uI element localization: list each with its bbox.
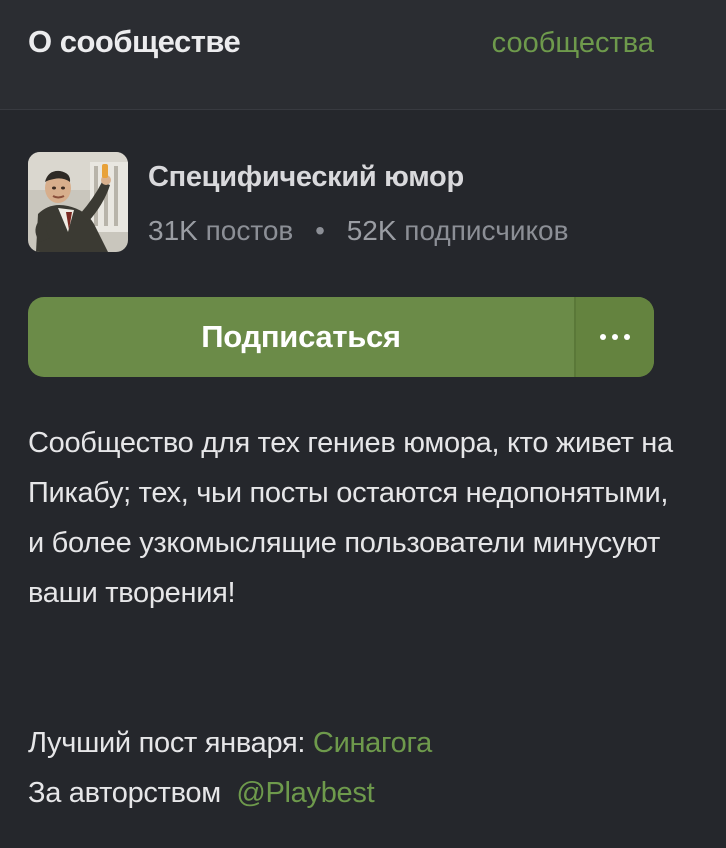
best-post-line: Лучший пост января: Синагога — [28, 718, 678, 768]
author-link[interactable]: @Playbest — [236, 777, 374, 809]
more-options-button[interactable] — [574, 297, 654, 377]
author-label: За авторством — [28, 777, 221, 809]
community-avatar[interactable] — [28, 152, 128, 252]
subscribe-button-group: Подписаться — [28, 297, 654, 377]
communities-link[interactable]: сообщества — [492, 27, 654, 60]
community-avatar-image — [28, 152, 128, 252]
more-dots-icon — [600, 334, 630, 340]
best-post-link[interactable]: Синагога — [313, 727, 432, 759]
subscribe-button[interactable]: Подписаться — [28, 297, 574, 377]
subscribers-label: подписчиков — [404, 215, 569, 246]
best-post-label: Лучший пост января: — [28, 727, 306, 759]
subscribers-count: 52K — [346, 215, 397, 246]
community-info-panel: О сообществе сообщества Специфический юм… — [0, 0, 726, 848]
panel-title: О сообществе — [28, 24, 241, 59]
community-card: Специфический юмор 31K постов • 52K подп… — [28, 152, 688, 252]
community-stats: 31K постов • 52K подписчиков — [148, 215, 568, 247]
stats-separator: • — [315, 215, 325, 246]
community-name[interactable]: Специфический юмор — [148, 161, 464, 194]
author-line: За авторством @Playbest — [28, 768, 678, 818]
panel-header: О сообществе сообщества — [0, 0, 726, 110]
community-description: Сообщество для тех гениев юмора, кто жив… — [28, 427, 673, 609]
posts-count: 31K — [148, 215, 198, 246]
best-post-info: Лучший пост января: Синагога За авторств… — [28, 718, 678, 818]
posts-label: постов — [205, 215, 294, 246]
